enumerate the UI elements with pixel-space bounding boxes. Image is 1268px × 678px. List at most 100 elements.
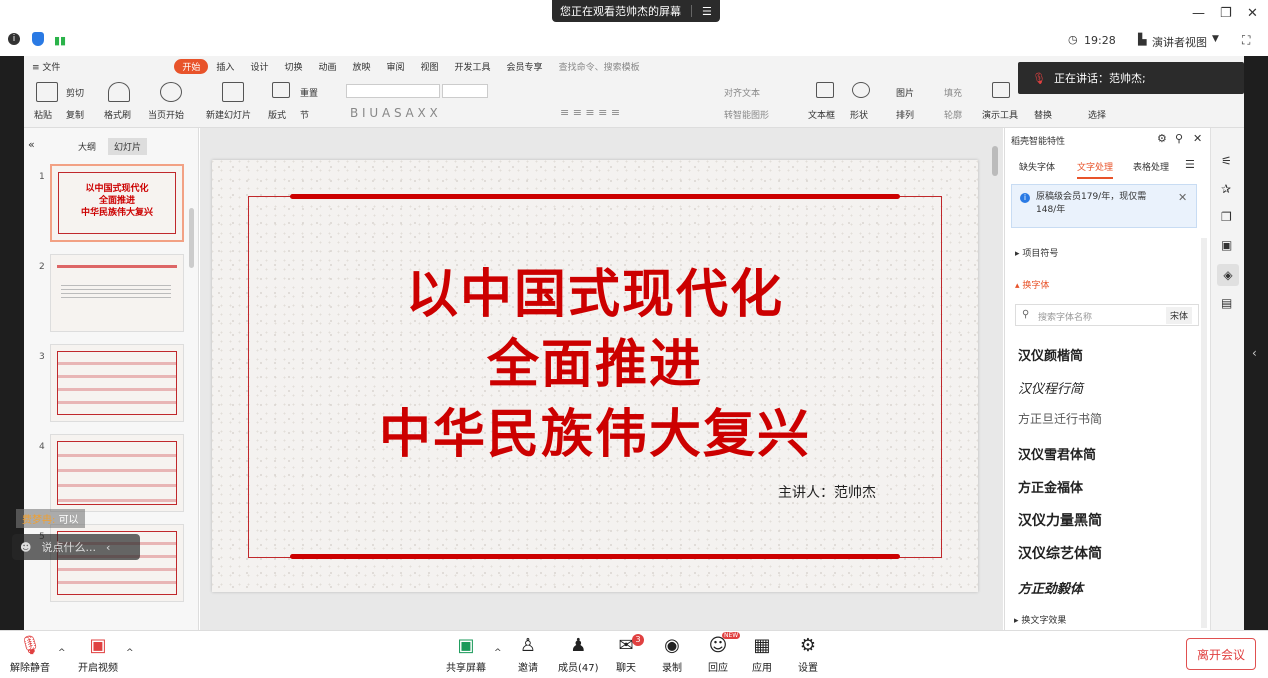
settings-button[interactable]: ⚙ 设置 — [798, 637, 818, 675]
image-icon[interactable]: ▣ — [1221, 238, 1232, 252]
text-box-icon[interactable] — [816, 82, 834, 98]
shape-button[interactable]: 形状 — [850, 108, 868, 121]
menu-animation[interactable]: 动画 — [310, 60, 344, 73]
font-option[interactable]: 方正劲毅体 — [1018, 578, 1083, 597]
thumbnail-slide-4[interactable] — [50, 434, 184, 512]
chevron-up-icon[interactable]: ^ — [58, 648, 66, 658]
tab-table-processing[interactable]: 表格处理 — [1133, 160, 1169, 173]
chevron-down-icon[interactable]: ▼ — [1212, 34, 1219, 44]
menu-developer[interactable]: 开发工具 — [447, 60, 499, 73]
chevron-left-icon[interactable]: ‹ — [106, 541, 110, 554]
adjust-icon[interactable]: ⚟ — [1221, 154, 1232, 168]
leave-meeting-button[interactable]: 离开会议 — [1186, 638, 1256, 670]
font-option[interactable]: 汉仪颜楷简 — [1018, 345, 1083, 364]
picture-button[interactable]: 图片 — [896, 86, 914, 99]
fullscreen-icon[interactable]: ⛶ — [1242, 33, 1250, 48]
more-menu-icon[interactable]: ☰ — [1185, 158, 1195, 171]
start-video-button[interactable]: ▣ 开启视频 — [78, 637, 118, 675]
layout-button[interactable]: 版式 — [268, 108, 286, 121]
gear-icon[interactable]: ⚙ — [1157, 132, 1167, 145]
tab-missing-fonts[interactable]: 缺失字体 — [1019, 160, 1055, 173]
shape-icon[interactable] — [852, 82, 870, 98]
layout-icon[interactable] — [272, 82, 290, 98]
info-icon[interactable]: i — [8, 33, 20, 45]
copy-icon[interactable]: ❐ — [1221, 210, 1232, 224]
chevron-up-icon[interactable]: ^ — [126, 648, 134, 658]
maximize-icon[interactable]: ❐ — [1220, 6, 1232, 21]
menu-slideshow[interactable]: 放映 — [344, 60, 378, 73]
close-pane-icon[interactable]: ✕ — [1193, 132, 1202, 145]
chevron-up-icon[interactable]: ^ — [494, 648, 502, 658]
members-button[interactable]: ♟ 成员(47) — [558, 637, 599, 675]
paste-icon[interactable] — [36, 82, 58, 102]
thumbnail-scrollbar[interactable] — [189, 208, 194, 268]
close-icon[interactable]: ✕ — [1247, 6, 1258, 21]
slide-scrollbar[interactable] — [992, 146, 998, 176]
menu-start[interactable]: 开始 — [174, 58, 209, 74]
menu-view[interactable]: 视图 — [413, 60, 447, 73]
chat-input[interactable]: ☻ 说点什么... ‹ — [12, 534, 140, 560]
replace-button[interactable]: 替换 — [1034, 108, 1052, 121]
font-family-select[interactable] — [346, 84, 440, 98]
menu-insert[interactable]: 插入 — [208, 60, 242, 73]
apps-button[interactable]: ▦ 应用 — [752, 637, 772, 675]
reaction-button[interactable]: ☺ 回应 — [708, 637, 728, 675]
thumbnail-slide-3[interactable] — [50, 344, 184, 422]
tab-outline[interactable]: 大纲 — [78, 140, 96, 153]
chevron-left-icon[interactable]: ‹ — [1252, 346, 1257, 360]
arrange-button[interactable]: 排列 — [896, 108, 914, 121]
section-bullets[interactable]: ▸ 项目符号 — [1015, 246, 1058, 259]
tab-slides[interactable]: 幻灯片 — [108, 138, 148, 155]
copy-button[interactable]: 复制 — [66, 108, 84, 121]
menu-member[interactable]: 会员专享 — [499, 60, 551, 73]
book-icon[interactable]: ▤ — [1221, 296, 1232, 310]
font-search-input[interactable]: ⚲ 搜索字体名称 宋体 — [1015, 304, 1199, 326]
invite-button[interactable]: ♙ 邀请 — [518, 637, 538, 675]
thumbnail-slide-1[interactable]: 以中国式现代化 全面推进 中华民族伟大复兴 — [50, 164, 184, 242]
outline-button[interactable]: 轮廓 — [944, 108, 962, 121]
menu-transition[interactable]: 切换 — [276, 60, 310, 73]
font-option[interactable]: 汉仪综艺体简 — [1018, 543, 1102, 563]
emoji-icon[interactable]: ☻ — [20, 541, 31, 554]
font-option[interactable]: 方正旦迁行书简 — [1018, 410, 1102, 427]
from-current-button[interactable]: 当页开始 — [148, 108, 184, 121]
menu-design[interactable]: 设计 — [242, 60, 276, 73]
new-slide-button[interactable]: 新建幻灯片 — [206, 108, 251, 121]
font-size-select[interactable] — [442, 84, 488, 98]
menu-search[interactable]: 查找命令、搜索模板 — [551, 60, 648, 73]
smart-features-icon[interactable]: ◈ — [1217, 264, 1239, 286]
format-painter-button[interactable]: 格式刷 — [104, 108, 131, 121]
section-text-effect[interactable]: ▸ 换文字效果 — [1014, 613, 1066, 626]
collapse-icon[interactable]: « — [28, 138, 35, 151]
new-slide-icon[interactable] — [222, 82, 244, 102]
unmute-button[interactable]: 🎙 解除静音 — [10, 637, 50, 675]
smart-graphic-button[interactable]: 转智能图形 — [724, 108, 769, 121]
presenter-tools-icon[interactable] — [992, 82, 1010, 98]
play-icon[interactable] — [160, 82, 182, 102]
menu-file[interactable]: ≡ 文件 — [24, 60, 68, 73]
section-change-font[interactable]: ▴ 换字体 — [1015, 278, 1049, 291]
section-button[interactable]: 节 — [300, 108, 309, 121]
format-painter-icon[interactable] — [108, 82, 130, 102]
share-screen-button[interactable]: ▣ 共享屏幕 — [446, 637, 486, 675]
fill-button[interactable]: 填充 — [944, 86, 962, 99]
font-option[interactable]: 汉仪雪君体简 — [1018, 444, 1096, 463]
font-option[interactable]: 汉仪程行简 — [1018, 378, 1083, 397]
font-option[interactable]: 汉仪力量黑简 — [1018, 510, 1102, 530]
reset-button[interactable]: 重置 — [300, 86, 318, 99]
menu-icon[interactable]: ☰ — [702, 5, 712, 18]
pane-scrollbar[interactable] — [1201, 238, 1207, 628]
text-style-buttons[interactable]: B I U A S A X X — [350, 106, 438, 120]
record-button[interactable]: ◉ 录制 — [662, 637, 682, 675]
thumbnail-slide-2[interactable] — [50, 254, 184, 332]
view-mode-dropdown[interactable]: 演讲者视图 — [1152, 34, 1207, 50]
pin-icon[interactable]: ⚲ — [1175, 132, 1183, 145]
paragraph-align-buttons[interactable]: ≡ ≡ ≡ ≡ ≡ — [560, 106, 620, 119]
cut-button[interactable]: 剪切 — [66, 86, 84, 99]
close-promo-icon[interactable]: ✕ — [1178, 191, 1187, 204]
align-text-button[interactable]: 对齐文本 — [724, 86, 760, 99]
minimize-icon[interactable]: — — [1192, 6, 1205, 21]
menu-review[interactable]: 审阅 — [379, 60, 413, 73]
animation-icon[interactable]: ✰ — [1221, 182, 1231, 196]
shield-icon[interactable] — [32, 32, 44, 46]
